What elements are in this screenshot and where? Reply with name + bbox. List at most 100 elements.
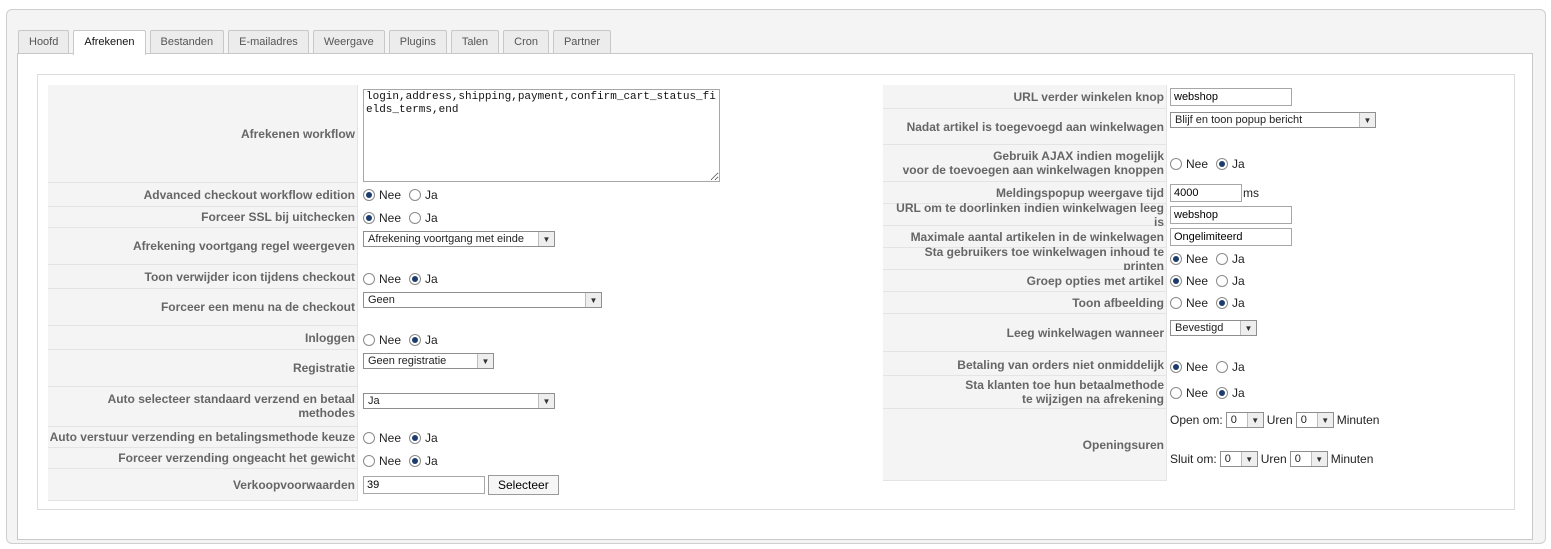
print-cart-ja-radio[interactable] <box>1216 253 1229 265</box>
continue-url-label: URL verder winkelen knop <box>883 85 1167 109</box>
close-minute-select[interactable]: 0 ▼ <box>1289 451 1328 467</box>
continue-url-value <box>1170 85 1292 109</box>
login-options: Nee Ja <box>363 326 446 350</box>
open-minute-select[interactable]: 0 ▼ <box>1295 412 1334 428</box>
progress-line-select[interactable]: Afrekening voortgang met einde ▼ <box>363 231 555 247</box>
empty-when-value: Bevestigd ▼ <box>1170 314 1257 352</box>
change-payment-nee-label: Nee <box>1186 385 1209 400</box>
force-shipping-ja-radio[interactable] <box>409 454 422 467</box>
tab-talen[interactable]: Talen <box>450 30 500 53</box>
force-menu-select[interactable]: Geen ▼ <box>363 292 602 308</box>
force-ssl-options: Nee Ja <box>363 207 446 228</box>
select-terms-button[interactable]: Selecteer <box>488 475 559 495</box>
popup-time-input[interactable] <box>1170 184 1242 202</box>
group-options-nee-radio[interactable] <box>1170 275 1182 287</box>
show-image-options: Nee Ja <box>1170 292 1253 314</box>
tab-bestanden[interactable]: Bestanden <box>149 30 225 53</box>
settings-form: Afrekenen workflow login,address,shippin… <box>37 74 1515 510</box>
remove-icon-nee-radio[interactable] <box>363 273 375 285</box>
tab-cron[interactable]: Cron <box>503 30 549 53</box>
show-image-nee-radio[interactable] <box>1170 297 1182 309</box>
change-payment-nee-radio[interactable] <box>1170 386 1182 399</box>
terms-input[interactable] <box>363 476 485 494</box>
row-change-payment: Sta klanten toe hun betaalmethode te wij… <box>883 376 1503 409</box>
force-shipping-nee-radio[interactable] <box>363 454 375 467</box>
show-image-ja-radio[interactable] <box>1216 297 1229 309</box>
row-payment-not-immediate: Betaling van orders niet onmiddelijk Nee… <box>883 352 1503 376</box>
tab-e-mailadres[interactable]: E-mailadres <box>228 30 309 53</box>
tab-hoofd[interactable]: Hoofd <box>18 30 70 53</box>
workflow-textarea[interactable]: login,address,shipping,payment,confirm_c… <box>363 89 720 182</box>
group-options-ja-label: Ja <box>1232 274 1245 288</box>
group-options-options: Nee Ja <box>1170 270 1253 292</box>
auto-submit-label: Auto verstuur verzending en betalingsmet… <box>48 427 358 448</box>
empty-when-select[interactable]: Bevestigd ▼ <box>1170 320 1257 336</box>
registration-select[interactable]: Geen registratie ▼ <box>363 353 494 369</box>
login-nee-label: Nee <box>379 333 402 347</box>
auto-submit-ja-radio[interactable] <box>409 431 422 444</box>
payment-not-immediate-ja-radio[interactable] <box>1216 361 1229 373</box>
auto-select-select[interactable]: Ja ▼ <box>363 393 555 409</box>
row-login: Inloggen Nee Ja <box>48 326 888 350</box>
force-ssl-nee-radio[interactable] <box>363 211 375 224</box>
ajax-nee-radio[interactable] <box>1170 157 1182 170</box>
advanced-edition-ja-label: Ja <box>425 188 438 202</box>
chevron-down-icon: ▼ <box>1240 452 1257 466</box>
group-options-label: Groep opties met artikel <box>883 270 1167 292</box>
terms-label: Verkoopvoorwaarden <box>48 469 358 501</box>
popup-time-value: ms <box>1170 182 1259 204</box>
force-menu-value: Geen ▼ <box>363 289 602 326</box>
close-time-line: Sluit om: 0 ▼ Uren 0 ▼ Minuten <box>1170 451 1373 467</box>
row-auto-submit: Auto verstuur verzending en betalingsmet… <box>48 427 888 448</box>
left-column: Afrekenen workflow login,address,shippin… <box>48 85 888 505</box>
row-terms: Verkoopvoorwaarden Selecteer <box>48 469 888 501</box>
row-progress-line: Afrekening voortgang regel weergeven Afr… <box>48 228 888 265</box>
progress-line-label: Afrekening voortgang regel weergeven <box>48 228 358 265</box>
auto-submit-nee-radio[interactable] <box>363 431 375 444</box>
payment-not-immediate-nee-label: Nee <box>1186 360 1209 374</box>
row-advanced-edition: Advanced checkout workflow edition Nee J… <box>48 183 888 207</box>
force-menu-label: Forceer een menu na de checkout <box>48 289 358 326</box>
row-remove-icon: Toon verwijder icon tijdens checkout Nee… <box>48 265 888 289</box>
change-payment-ja-radio[interactable] <box>1216 386 1229 399</box>
advanced-edition-nee-label: Nee <box>379 188 402 202</box>
tab-partner[interactable]: Partner <box>552 30 612 53</box>
ajax-label-line1: Gebruik AJAX indien mogelijk <box>993 149 1164 163</box>
ajax-ja-radio[interactable] <box>1216 157 1229 170</box>
after-add-value: Blijf en toon popup bericht ▼ <box>1170 109 1376 145</box>
login-ja-radio[interactable] <box>409 334 422 346</box>
print-cart-nee-radio[interactable] <box>1170 253 1182 265</box>
login-nee-radio[interactable] <box>363 334 375 346</box>
row-workflow: Afrekenen workflow login,address,shippin… <box>48 85 888 183</box>
print-cart-ja-label: Ja <box>1232 252 1245 266</box>
close-hour-select[interactable]: 0 ▼ <box>1219 451 1258 467</box>
empty-url-input[interactable] <box>1170 206 1292 224</box>
row-after-add: Nadat artikel is toegevoegd aan winkelwa… <box>883 109 1503 145</box>
force-shipping-label: Forceer verzending ongeacht het gewicht <box>48 448 358 469</box>
group-options-ja-radio[interactable] <box>1216 275 1229 287</box>
remove-icon-ja-radio[interactable] <box>409 273 422 285</box>
close-time-label: Sluit om: <box>1170 452 1217 466</box>
empty-when-label: Leeg winkelwagen wanneer <box>883 314 1167 352</box>
advanced-edition-nee-radio[interactable] <box>363 189 375 201</box>
continue-url-input[interactable] <box>1170 88 1292 106</box>
advanced-edition-ja-radio[interactable] <box>409 189 422 201</box>
payment-not-immediate-nee-radio[interactable] <box>1170 361 1182 373</box>
tab-plugins[interactable]: Plugins <box>388 30 447 53</box>
row-registration: Registratie Geen registratie ▼ <box>48 350 888 387</box>
row-print-cart: Sta gebruikers toe winkelwagen inhoud te… <box>883 245 1503 273</box>
ajax-label-line2: voor de toevoegen aan winkelwagen knoppe… <box>902 163 1164 177</box>
login-ja-label: Ja <box>425 333 438 347</box>
tab-weergave[interactable]: Weergave <box>312 30 385 53</box>
tab-afrekenen[interactable]: Afrekenen <box>73 30 146 55</box>
show-image-label: Toon afbeelding <box>883 292 1167 314</box>
after-add-select[interactable]: Blijf en toon popup bericht ▼ <box>1170 112 1376 128</box>
max-items-input[interactable] <box>1170 228 1292 246</box>
force-ssl-ja-radio[interactable] <box>409 211 422 224</box>
open-time-line: Open om: 0 ▼ Uren 0 ▼ Minuten <box>1170 412 1379 428</box>
close-hours-word: Uren <box>1260 452 1287 466</box>
open-hour-select[interactable]: 0 ▼ <box>1225 412 1264 428</box>
chevron-down-icon: ▼ <box>1359 113 1375 127</box>
row-empty-url: URL om te doorlinken indien winkelwagen … <box>883 201 1503 229</box>
force-ssl-label: Forceer SSL bij uitchecken <box>48 207 358 228</box>
